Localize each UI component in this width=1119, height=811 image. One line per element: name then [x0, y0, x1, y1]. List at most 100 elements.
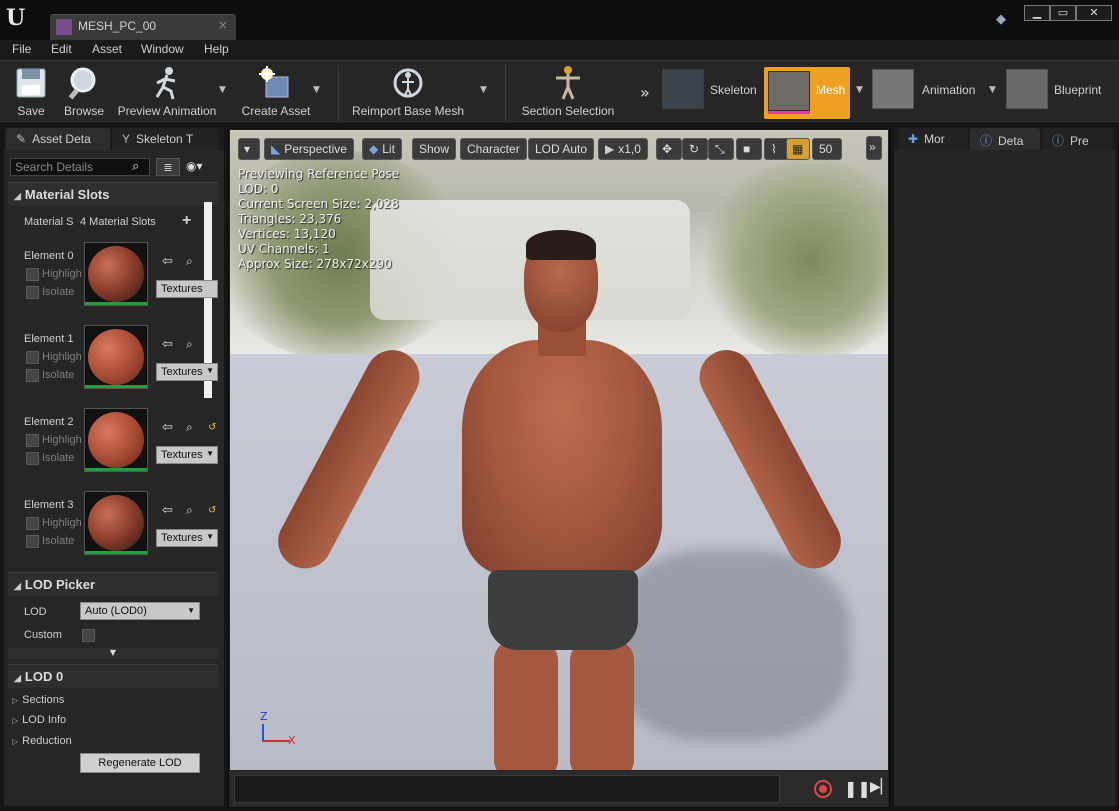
document-tab[interactable]: MESH_PC_00 × — [50, 14, 236, 40]
browse-asset-icon[interactable]: ⌕ — [186, 254, 193, 269]
perspective-button[interactable]: ◣ Perspective — [264, 138, 354, 160]
isolate-checkbox[interactable] — [26, 535, 39, 548]
animation-dropdown-icon[interactable]: ▼ — [989, 85, 996, 95]
source-control-icon[interactable]: ◆ — [996, 12, 1012, 28]
tree-sections[interactable]: ▷ Sections — [12, 694, 64, 706]
blueprint-thumbnail — [1006, 69, 1048, 109]
translate-tool-button[interactable]: ✥ — [656, 138, 682, 160]
maximize-button[interactable]: ▭ — [1050, 5, 1076, 21]
section-material-slots[interactable]: ◢ Material Slots — [8, 182, 218, 206]
highlight-checkbox[interactable] — [26, 351, 39, 364]
use-selected-arrow-icon[interactable]: ⇦ — [162, 254, 173, 269]
menu-file[interactable]: File — [12, 42, 31, 56]
preview-animation-button[interactable]: Preview Animation — [114, 61, 220, 123]
isolate-checkbox[interactable] — [26, 452, 39, 465]
mode-blueprint[interactable]: Blueprint — [1006, 69, 1116, 117]
create-asset-button[interactable]: Create Asset — [236, 61, 316, 123]
use-selected-arrow-icon[interactable]: ⇦ — [162, 420, 173, 435]
preview-viewport[interactable]: ▾ ◣ Perspective ◆ Lit Show Character LOD A… — [230, 130, 888, 770]
mode-mesh[interactable]: Mesh — [764, 67, 850, 119]
material-sphere — [88, 329, 144, 385]
browse-asset-icon[interactable]: ⌕ — [186, 337, 193, 352]
isolate-checkbox[interactable] — [26, 369, 39, 382]
viewport-options-button[interactable]: ▾ — [238, 138, 260, 160]
textures-label: Textures — [161, 366, 203, 378]
mesh-dropdown-icon[interactable]: ▼ — [856, 85, 863, 95]
use-selected-arrow-icon[interactable]: ⇦ — [162, 503, 173, 518]
tab-preview-settings[interactable]: ⓘ Pre — [1042, 128, 1112, 150]
save-button[interactable]: Save — [8, 61, 54, 123]
timeline-scrubber[interactable] — [234, 775, 780, 803]
material-thumbnail-2[interactable] — [84, 408, 148, 472]
record-button[interactable] — [814, 780, 832, 798]
browse-asset-icon[interactable]: ⌕ — [186, 503, 193, 518]
tab-details[interactable]: ⓘ Deta — [970, 128, 1040, 150]
tab-skeleton-tree[interactable]: Y Skeleton T — [112, 128, 218, 150]
use-selected-arrow-icon[interactable]: ⇦ — [162, 337, 173, 352]
property-matrix-icon[interactable]: ≣ — [156, 158, 180, 176]
close-window-button[interactable]: ✕ — [1076, 5, 1112, 21]
rotate-tool-button[interactable]: ↻ — [682, 138, 708, 160]
create-asset-dropdown-icon[interactable]: ▼ — [313, 85, 320, 95]
highlight-checkbox[interactable] — [26, 517, 39, 530]
highlight-checkbox[interactable] — [26, 268, 39, 281]
menu-edit[interactable]: Edit — [51, 42, 72, 56]
material-thumbnail-0[interactable] — [84, 242, 148, 306]
running-figure-icon — [155, 67, 176, 100]
menu-help[interactable]: Help — [204, 42, 229, 56]
tree-lod-info[interactable]: ▷ LOD Info — [12, 714, 66, 726]
mode-skeleton[interactable]: Skeleton — [662, 69, 762, 117]
custom-checkbox[interactable] — [82, 629, 95, 642]
local-world-toggle[interactable]: ■ — [736, 138, 762, 160]
show-button[interactable]: Show — [412, 138, 457, 160]
grid-size-button[interactable]: 50 — [812, 138, 842, 160]
preview-animation-dropdown-icon[interactable]: ▼ — [219, 85, 226, 95]
tab-close-icon[interactable]: × — [218, 18, 228, 32]
perspective-label: Perspective — [284, 142, 347, 156]
scale-tool-button[interactable]: ⤡ — [708, 138, 734, 160]
isolate-checkbox[interactable] — [26, 286, 39, 299]
character-button[interactable]: Character — [460, 138, 527, 160]
tab-morph-targets[interactable]: ✚ Mor — [898, 128, 968, 150]
regenerate-lod-button[interactable]: Regenerate LOD — [80, 753, 200, 773]
browse-asset-icon[interactable]: ⌕ — [186, 420, 193, 435]
lit-button[interactable]: ◆ Lit — [362, 138, 402, 160]
grid-snap-toggle[interactable]: ▦ — [786, 138, 810, 160]
menu-window[interactable]: Window — [141, 42, 184, 56]
dropdown-arrow-icon: ▼ — [206, 366, 214, 375]
textures-dropdown[interactable]: Textures ▼ — [156, 363, 218, 381]
reset-to-default-icon[interactable]: ↺ — [208, 505, 216, 516]
reimport-dropdown-icon[interactable]: ▼ — [480, 85, 487, 95]
reimport-base-mesh-button[interactable]: Reimport Base Mesh — [348, 61, 468, 123]
lod-auto-button[interactable]: LOD Auto — [528, 138, 595, 160]
reset-to-default-icon[interactable]: ↺ — [208, 422, 216, 433]
menu-asset[interactable]: Asset — [92, 42, 122, 56]
material-thumbnail-3[interactable] — [84, 491, 148, 555]
section-lod-0[interactable]: ◢ LOD 0 — [8, 664, 218, 688]
minimize-button[interactable]: ▁ — [1024, 5, 1050, 21]
play-forward-icon[interactable]: ▶▏ — [870, 779, 892, 795]
viewport-expand-button[interactable]: » — [866, 136, 882, 160]
material-thumbnail-1[interactable] — [84, 325, 148, 389]
section-lod-picker[interactable]: ◢ LOD Picker — [8, 572, 218, 596]
highlight-checkbox[interactable] — [26, 434, 39, 447]
tab-asset-details[interactable]: ✎ Asset Deta — [6, 128, 110, 150]
dropdown-arrow-icon: ▼ — [206, 532, 214, 541]
pause-icon[interactable]: ❚❚ — [844, 779, 871, 798]
search-icon[interactable]: ⌕ — [132, 159, 139, 174]
section-selection-button[interactable]: Section Selection — [516, 61, 620, 123]
eye-visibility-icon[interactable]: ◉▾ — [186, 159, 203, 173]
textures-dropdown[interactable]: Textures ▼ — [156, 446, 218, 464]
search-details-input[interactable]: Search Details — [10, 158, 150, 176]
reduction-label: Reduction — [22, 735, 72, 747]
browse-button[interactable]: Browse — [60, 61, 108, 123]
add-material-slot-button[interactable]: + — [182, 212, 191, 230]
grid-icon: ▦ — [792, 142, 804, 156]
textures-dropdown[interactable]: Textures ▼ — [156, 529, 218, 547]
tree-reduction[interactable]: ▷ Reduction — [12, 735, 72, 747]
lod-select[interactable]: Auto (LOD0) ▼ — [80, 602, 200, 620]
expand-advanced-icon[interactable]: ▼ — [8, 648, 218, 658]
playback-speed-button[interactable]: ▶ x1,0 — [598, 138, 648, 160]
mode-animation[interactable]: Animation — [872, 69, 988, 117]
textures-dropdown[interactable]: Textures — [156, 280, 218, 298]
